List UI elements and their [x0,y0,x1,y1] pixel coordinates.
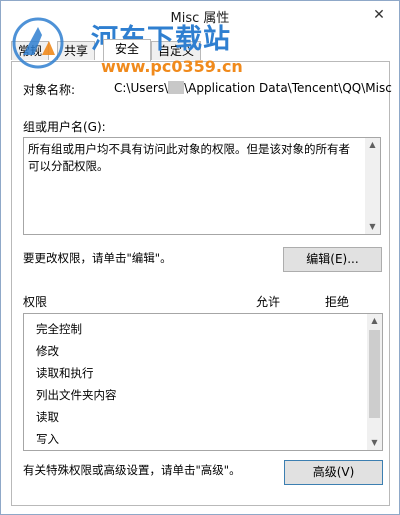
close-button[interactable]: ✕ [365,5,393,25]
watermark-logo-icon [12,17,64,69]
object-path-suffix: \Application Data\Tencent\QQ\Misc [184,81,392,95]
redacted-username [168,81,185,94]
change-permissions-hint: 要更改权限，请单击"编辑"。 [23,251,172,265]
perm-write: 写入 [36,432,59,446]
group-user-label: 组或用户名(G): [23,120,106,134]
permissions-header: 权限 [23,295,48,309]
scroll-down-arrow-icon[interactable]: ▼ [365,220,380,234]
perm-list-folder: 列出文件夹内容 [36,388,117,402]
properties-window: Misc 属性 ✕ 常规 共享 安全 自定义 对象名称: C:\Users\\A… [0,0,400,515]
no-access-message: 所有组或用户均不具有访问此对象的权限。但是该对象的所有者可以分配权限。 [28,142,350,173]
edit-button[interactable]: 编辑(E)... [283,247,382,272]
scroll-up-arrow-icon[interactable]: ▲ [367,314,382,328]
scroll-down-arrow-icon[interactable]: ▼ [367,436,382,450]
advanced-hint: 有关特殊权限或高级设置，请单击"高级"。 [23,463,241,477]
allow-column-header: 允许 [256,295,281,309]
object-path-prefix: C:\Users\ [114,81,169,95]
perm-full-control: 完全控制 [36,322,82,336]
scroll-up-arrow-icon[interactable]: ▲ [365,138,380,152]
deny-column-header: 拒绝 [325,295,350,309]
permissions-scrollbar[interactable]: ▲ ▼ [367,314,382,450]
group-list-scrollbar[interactable]: ▲ ▼ [365,138,380,234]
scroll-thumb[interactable] [369,330,380,418]
perm-modify: 修改 [36,344,59,358]
perm-read-execute: 读取和执行 [36,366,94,380]
tab-security[interactable]: 安全 [103,39,151,61]
advanced-button[interactable]: 高级(V) [284,460,383,485]
permissions-list[interactable]: 完全控制 修改 读取和执行 列出文件夹内容 读取 写入 ▲ ▼ [23,313,383,451]
perm-read: 读取 [36,410,59,424]
object-path: C:\Users\ \Application Data\Tencent\QQ\Mi… [114,81,392,95]
object-name-label: 对象名称: [23,83,76,97]
group-user-list[interactable]: 所有组或用户均不具有访问此对象的权限。但是该对象的所有者可以分配权限。 ▲ ▼ [23,137,381,235]
